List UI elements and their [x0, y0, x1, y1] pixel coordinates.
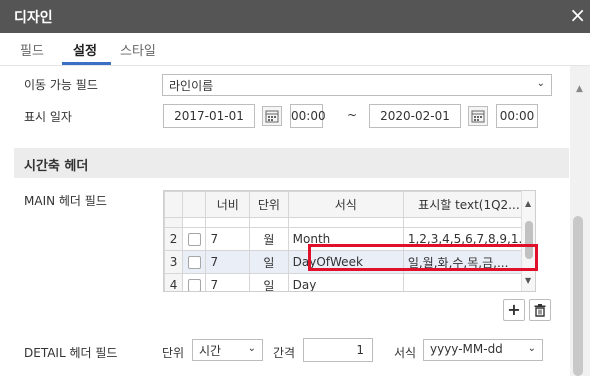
interval-label: 간격	[273, 346, 296, 360]
column-header-unit[interactable]: 단위	[249, 191, 289, 218]
row-number: 4	[164, 273, 184, 291]
settings-panel: 이동 가능 필드 라인이름 ⌄ 표시 일자 2017-01-01 00:00 ~…	[14, 66, 569, 376]
format-label: 서식	[394, 346, 417, 360]
delete-row-button[interactable]	[529, 299, 551, 321]
scroll-up-icon[interactable]: ▲	[525, 199, 531, 208]
tab-fields[interactable]: 필드	[20, 40, 44, 59]
cell-unit[interactable]: 월	[249, 227, 289, 251]
chevron-down-icon: ⌄	[527, 343, 536, 354]
dialog-title-bar: 디자인 ×	[0, 0, 590, 33]
end-calendar-icon[interactable]	[468, 106, 488, 126]
table-row[interactable]: 4 7 일 Day	[164, 273, 535, 291]
column-header-format[interactable]: 서식	[287, 191, 404, 218]
row-checkbox[interactable]	[187, 279, 201, 291]
start-date-input[interactable]: 2017-01-01	[163, 104, 255, 128]
detail-header-label: DETAIL 헤더 필드	[24, 346, 118, 360]
active-tab-indicator	[62, 62, 111, 65]
selected-cell-highlight	[308, 244, 538, 271]
unit-label: 단위	[162, 346, 185, 360]
scroll-down-icon[interactable]: ▼	[525, 276, 531, 285]
close-icon[interactable]: ×	[569, 3, 586, 27]
movable-field-select[interactable]: 라인이름 ⌄	[162, 74, 552, 96]
row-number: 3	[164, 250, 184, 274]
cell-width[interactable]: 7	[205, 227, 251, 251]
main-header-grid: 너비 단위 서식 표시할 text(1Q2... 2 7 월 Month 1,2…	[163, 190, 536, 292]
scroll-up-icon[interactable]: ▲	[576, 84, 583, 94]
header-rownum	[164, 191, 184, 218]
dialog-title: 디자인	[14, 10, 53, 26]
cell-width[interactable]: 7	[205, 273, 251, 291]
cell-unit[interactable]: 일	[249, 273, 289, 291]
format-value: yyyy-MM-dd	[430, 342, 503, 356]
chevron-down-icon: ⌄	[247, 343, 256, 354]
header-checkbox	[182, 191, 207, 218]
main-header-label: MAIN 헤더 필드	[24, 194, 107, 208]
cell-display-text[interactable]	[402, 273, 535, 291]
start-time-input[interactable]: 00:00	[290, 104, 326, 128]
end-time-input[interactable]: 00:00	[496, 104, 538, 128]
trash-icon	[534, 304, 546, 317]
format-select[interactable]: yyyy-MM-dd ⌄	[423, 339, 543, 361]
row-checkbox[interactable]	[187, 233, 201, 246]
row-number: 2	[164, 227, 184, 251]
tab-settings[interactable]: 설정	[73, 40, 97, 59]
unit-select[interactable]: 시간 ⌄	[192, 339, 263, 361]
display-date-label: 표시 일자	[24, 110, 72, 124]
time-axis-header-section: 시간축 헤더	[14, 148, 569, 178]
unit-value: 시간	[199, 344, 222, 358]
cell-unit[interactable]: 일	[249, 250, 289, 274]
tab-style[interactable]: 스타일	[120, 40, 156, 59]
movable-field-value: 라인이름	[169, 79, 214, 93]
interval-input[interactable]: 1	[303, 338, 373, 362]
date-range-separator: ~	[347, 108, 358, 122]
grid-scrollbar[interactable]: ▲ ▼	[521, 191, 535, 291]
cell-width[interactable]: 7	[205, 250, 251, 274]
time-axis-header-title: 시간축 헤더	[24, 159, 89, 174]
tab-bar: 필드 설정 스타일	[0, 33, 590, 66]
movable-field-label: 이동 가능 필드	[24, 78, 98, 92]
add-row-button[interactable]: +	[503, 299, 525, 321]
end-date-input[interactable]: 2020-02-01	[369, 104, 461, 128]
panel-scrollbar[interactable]: ▲	[570, 66, 590, 376]
row-checkbox[interactable]	[187, 256, 201, 269]
panel-scroll-thumb[interactable]	[573, 216, 583, 376]
chevron-down-icon: ⌄	[536, 78, 545, 89]
cell-format[interactable]: Day	[287, 273, 404, 291]
column-header-display-text[interactable]: 표시할 text(1Q2...	[402, 191, 535, 218]
start-calendar-icon[interactable]	[262, 106, 282, 126]
column-header-width[interactable]: 너비	[205, 191, 251, 218]
row-number	[164, 217, 184, 228]
